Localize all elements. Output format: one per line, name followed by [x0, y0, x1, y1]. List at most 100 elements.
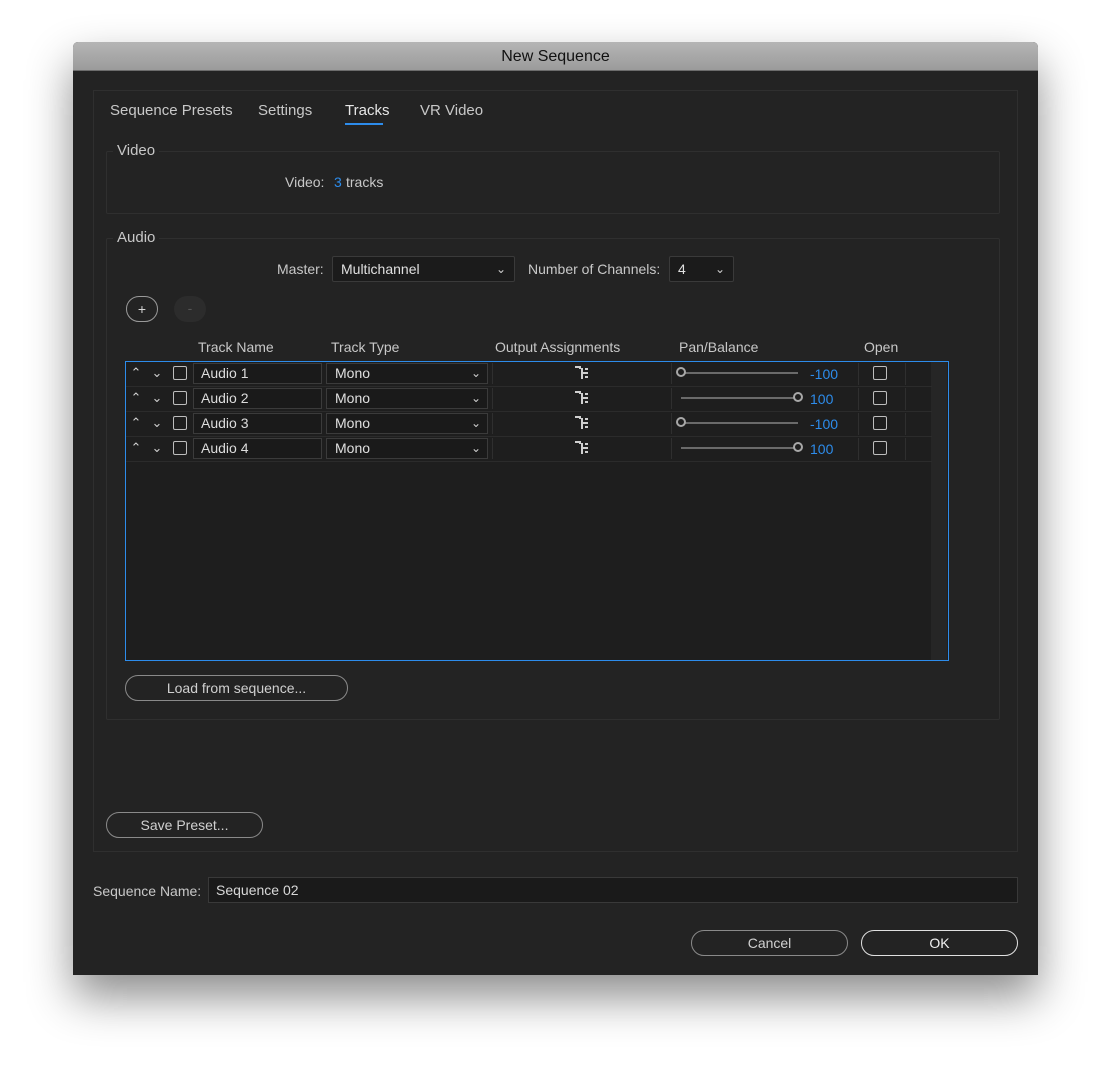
channels-select-value: 4	[678, 261, 686, 277]
chevron-down-icon: ⌄	[495, 262, 506, 276]
chevron-up-icon[interactable]: ⌃	[129, 412, 143, 434]
column-track-name: Track Name	[198, 339, 274, 355]
minus-icon: -	[187, 300, 193, 316]
column-divider	[905, 438, 906, 460]
chevron-down-icon[interactable]: ⌄	[150, 362, 164, 384]
column-divider	[905, 413, 906, 435]
track-type-select[interactable]: Mono ⌄	[326, 438, 488, 459]
pan-value[interactable]: -100	[810, 362, 838, 386]
open-checkbox[interactable]	[873, 391, 887, 405]
track-row[interactable]: ⌃ ⌄ Audio 2 Mono ⌄ 100	[126, 387, 932, 412]
track-name-input[interactable]: Audio 3	[193, 413, 322, 434]
chevron-down-icon: ⌄	[470, 441, 481, 455]
routing-icon[interactable]	[575, 365, 591, 381]
output-assignment-cell[interactable]	[492, 363, 672, 384]
column-divider	[858, 438, 859, 460]
master-label: Master:	[277, 261, 324, 277]
active-tab-indicator	[345, 123, 383, 125]
column-divider	[858, 363, 859, 385]
column-open: Open	[864, 339, 899, 355]
routing-icon[interactable]	[575, 440, 591, 456]
chevron-up-icon[interactable]: ⌃	[129, 362, 143, 384]
audio-group-label: Audio	[113, 229, 160, 246]
open-checkbox[interactable]	[873, 366, 887, 380]
chevron-up-icon[interactable]: ⌃	[129, 387, 143, 409]
track-name-input[interactable]: Audio 2	[193, 388, 322, 409]
new-sequence-dialog: New Sequence Sequence Presets Settings T…	[73, 42, 1038, 975]
open-checkbox[interactable]	[873, 441, 887, 455]
column-pan-balance: Pan/Balance	[679, 339, 759, 355]
chevron-down-icon: ⌄	[470, 391, 481, 405]
pan-slider-track[interactable]	[681, 397, 798, 399]
column-divider	[858, 413, 859, 435]
chevron-down-icon: ⌄	[470, 416, 481, 430]
dialog-title: New Sequence	[73, 42, 1038, 71]
cancel-button[interactable]: Cancel	[691, 930, 848, 956]
track-type-select[interactable]: Mono ⌄	[326, 413, 488, 434]
track-type-value: Mono	[335, 440, 371, 456]
track-row[interactable]: ⌃ ⌄ Audio 1 Mono ⌄ -100	[126, 362, 932, 387]
pan-slider-knob[interactable]	[793, 442, 803, 452]
video-group	[106, 151, 1000, 214]
add-track-button[interactable]: +	[126, 296, 158, 322]
tab-settings[interactable]: Settings	[258, 102, 312, 119]
tab-tracks[interactable]: Tracks	[345, 102, 389, 119]
open-checkbox[interactable]	[873, 416, 887, 430]
save-preset-button[interactable]: Save Preset...	[106, 812, 263, 838]
sequence-name-label: Sequence Name:	[93, 883, 202, 899]
track-row[interactable]: ⌃ ⌄ Audio 3 Mono ⌄ -100	[126, 412, 932, 437]
track-name-input[interactable]: Audio 4	[193, 438, 322, 459]
pan-slider-knob[interactable]	[793, 392, 803, 402]
pan-value[interactable]: 100	[810, 437, 833, 461]
pan-slider-track[interactable]	[681, 447, 798, 449]
column-divider	[905, 388, 906, 410]
table-scrollbar[interactable]	[931, 362, 947, 660]
pan-value[interactable]: 100	[810, 387, 833, 411]
column-track-type: Track Type	[331, 339, 400, 355]
track-row[interactable]: ⌃ ⌄ Audio 4 Mono ⌄ 100	[126, 437, 932, 462]
channels-select[interactable]: 4 ⌄	[669, 256, 734, 282]
chevron-down-icon: ⌄	[714, 262, 725, 276]
pan-slider-track[interactable]	[681, 422, 798, 424]
pan-slider-track[interactable]	[681, 372, 798, 374]
audio-track-table[interactable]: ⌃ ⌄ Audio 1 Mono ⌄ -100 ⌃ ⌄ Audio 2 Mono ⌄ 100 ⌃ ⌄ Aud…	[125, 361, 949, 661]
tab-sequence-presets[interactable]: Sequence Presets	[110, 102, 233, 119]
output-assignment-cell[interactable]	[492, 388, 672, 409]
video-track-count[interactable]: 3	[334, 174, 342, 190]
tab-vr-video[interactable]: VR Video	[420, 102, 483, 119]
remove-track-button[interactable]: -	[174, 296, 206, 322]
chevron-down-icon[interactable]: ⌄	[150, 437, 164, 459]
ok-button[interactable]: OK	[861, 930, 1018, 956]
chevron-down-icon[interactable]: ⌄	[150, 387, 164, 409]
track-type-select[interactable]: Mono ⌄	[326, 363, 488, 384]
output-assignment-cell[interactable]	[492, 438, 672, 459]
track-select-checkbox[interactable]	[173, 391, 187, 405]
load-from-sequence-button[interactable]: Load from sequence...	[125, 675, 348, 701]
track-select-checkbox[interactable]	[173, 416, 187, 430]
video-tracks-unit: tracks	[346, 174, 384, 190]
track-type-value: Mono	[335, 365, 371, 381]
track-type-value: Mono	[335, 415, 371, 431]
routing-icon[interactable]	[575, 390, 591, 406]
output-assignment-cell[interactable]	[492, 413, 672, 434]
video-tracks-label: Video:	[285, 174, 325, 190]
track-type-select[interactable]: Mono ⌄	[326, 388, 488, 409]
video-group-label: Video	[113, 142, 160, 159]
column-output-assignments: Output Assignments	[495, 339, 621, 355]
track-select-checkbox[interactable]	[173, 441, 187, 455]
chevron-down-icon[interactable]: ⌄	[150, 412, 164, 434]
pan-slider-knob[interactable]	[676, 417, 686, 427]
pan-value[interactable]: -100	[810, 412, 838, 436]
chevron-up-icon[interactable]: ⌃	[129, 437, 143, 459]
pan-slider-knob[interactable]	[676, 367, 686, 377]
sequence-name-input[interactable]: Sequence 02	[208, 877, 1018, 903]
track-select-checkbox[interactable]	[173, 366, 187, 380]
track-name-input[interactable]: Audio 1	[193, 363, 322, 384]
track-type-value: Mono	[335, 390, 371, 406]
channels-label: Number of Channels:	[528, 261, 661, 277]
master-select[interactable]: Multichannel ⌄	[332, 256, 515, 282]
column-divider	[905, 363, 906, 385]
column-divider	[858, 388, 859, 410]
plus-icon: +	[137, 301, 147, 317]
routing-icon[interactable]	[575, 415, 591, 431]
